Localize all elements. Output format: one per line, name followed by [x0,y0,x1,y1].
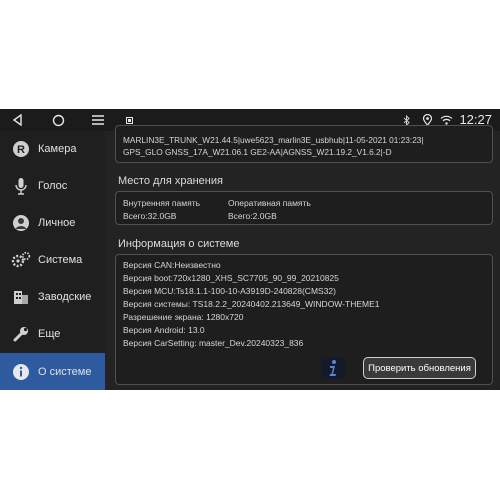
menu-icon[interactable] [86,109,110,131]
gears-icon [10,249,32,271]
sidebar-item-label: Система [38,254,83,266]
ram-value: Всего:2.0GB [228,211,277,221]
info-line-can: Версия CAN:Неизвестно [123,260,221,270]
sidebar-item-label: Камера [38,143,77,155]
sidebar-item-label: Еще [38,328,61,340]
sidebar-item-system[interactable]: Система [0,242,105,278]
sidebar-item-label: Заводские [38,291,92,303]
sidebar-item-voice[interactable]: Голос [0,168,105,204]
check-updates-button[interactable]: Проверить обновления [363,357,476,379]
sidebar-item-label: Голос [38,180,68,192]
head-unit-screen: 12:27 R Камера Голос Личное Система Заво… [0,109,500,390]
info-icon[interactable] [321,357,345,379]
sidebar-item-personal[interactable]: Личное [0,205,105,241]
sidebar-item-label: Личное [38,217,76,229]
info-line-android: Версия Android: 13.0 [123,325,205,335]
sidebar-item-about[interactable]: О системе [0,353,105,390]
person-icon [10,212,32,234]
firmware-panel: MARLIN3E_TRUNK_W21.44.5|uwe5623_marlin3E… [115,125,493,163]
sidebar-item-factory[interactable]: Заводские [0,279,105,315]
firmware-line: MARLIN3E_TRUNK_W21.44.5|uwe5623_marlin3E… [123,135,424,145]
internal-storage-value: Всего:32.0GB [123,211,177,221]
storage-panel: Внутренняя память Всего:32.0GB Оперативн… [115,191,493,225]
about-content: MARLIN3E_TRUNK_W21.44.5|uwe5623_marlin3E… [105,125,500,390]
info-line-carsetting: Версия CarSetting: master_Dev.20240323_8… [123,338,304,348]
internal-storage-label: Внутренняя память [123,198,201,208]
building-icon [10,286,32,308]
home-icon[interactable] [46,109,70,131]
back-icon[interactable] [6,109,30,131]
info-line-system: Версия системы: TS18.2.2_20240402.213649… [123,299,380,309]
sidebar-item-camera[interactable]: R Камера [0,131,105,167]
info-line-boot: Версия boot:720x1280_XHS_SC7705_90_99_20… [123,273,339,283]
wrench-icon [10,323,32,345]
camera-icon: R [10,138,32,160]
microphone-icon [10,175,32,197]
info-line-resolution: Разрешение экрана: 1280x720 [123,312,244,322]
info-icon [10,361,32,383]
svg-text:R: R [17,144,25,156]
system-info-title: Информация о системе [118,238,240,250]
info-line-mcu: Версия MCU:Ts18.1.1-100-10-A3919D-240828… [123,286,336,296]
ram-label: Оперативная память [228,198,311,208]
sidebar-item-label: О системе [38,365,92,378]
sidebar-item-more[interactable]: Еще [0,316,105,352]
firmware-line: GPS_GLO GNSS_17A_W21.06.1 GE2-AA|AGNSS_W… [123,147,392,157]
settings-sidebar: R Камера Голос Личное Система Заводские … [0,131,105,390]
storage-title: Место для хранения [118,175,223,187]
